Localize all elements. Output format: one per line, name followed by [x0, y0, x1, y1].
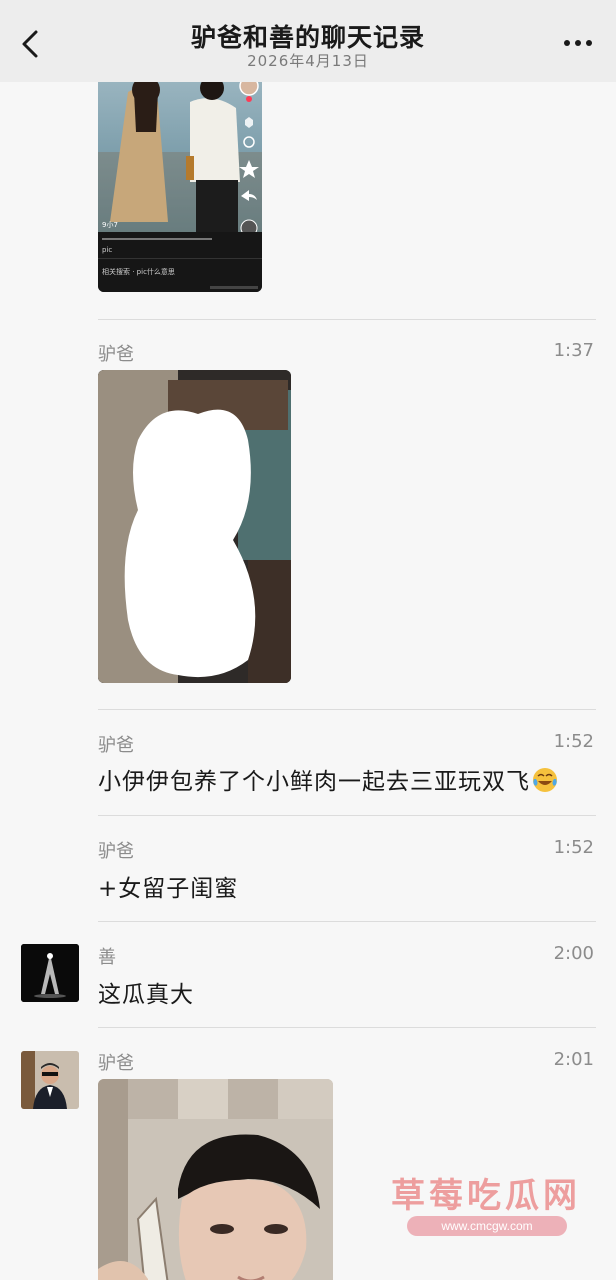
message-divider	[98, 709, 596, 710]
message-time: 1:52	[553, 731, 594, 752]
message-text: 小伊伊包养了个小鲜肉一起去三亚玩双飞	[98, 762, 558, 796]
message-time: 2:00	[553, 943, 594, 964]
message-time: 2:01	[553, 1049, 594, 1070]
watermark-title: 草莓吃瓜网	[391, 1176, 581, 1216]
message-time: 1:37	[553, 340, 594, 361]
laughing-tears-emoji-icon	[533, 768, 557, 792]
avatar-lvba[interactable]	[21, 1051, 79, 1109]
shared-video-screenshot[interactable]: 9小7 pic 相关搜索 · pic什么意思	[98, 82, 262, 292]
message-divider	[98, 921, 596, 922]
video-search-hint: 相关搜索 · pic什么意思	[102, 267, 175, 276]
shared-selfie-photo[interactable]	[98, 1079, 333, 1280]
message-text: +女留子闺蜜	[98, 876, 239, 902]
message-text: 这瓜真大	[98, 982, 194, 1008]
message-sender: 驴爸	[98, 344, 134, 365]
page-date: 2026年4月13日	[247, 52, 369, 70]
message-divider	[98, 319, 596, 320]
avatar-shan[interactable]	[21, 944, 79, 1002]
chat-record-header: 驴爸和善的聊天记录 2026年4月13日	[0, 0, 616, 82]
video-profile-tag: 9小7	[102, 220, 118, 229]
message-sender: 善	[98, 947, 116, 968]
more-options-icon[interactable]	[562, 36, 594, 50]
message-sender: 驴爸	[98, 841, 134, 862]
site-watermark: 草莓吃瓜网 www.cmcgw.com	[385, 1164, 591, 1244]
message-divider	[98, 1027, 596, 1028]
message-text-body: 小伊伊包养了个小鲜肉一起去三亚玩双飞	[98, 769, 530, 795]
video-music-label: pic	[102, 246, 112, 254]
shared-photo-obscured[interactable]	[98, 370, 291, 683]
page-title: 驴爸和善的聊天记录	[190, 23, 425, 52]
watermark-url: www.cmcgw.com	[407, 1216, 567, 1236]
message-divider	[98, 815, 596, 816]
chat-record-list[interactable]: 9小7 pic 相关搜索 · pic什么意思 驴爸 1:37 驴爸 1:52 小…	[0, 82, 616, 1280]
message-time: 1:52	[553, 837, 594, 858]
message-sender: 驴爸	[98, 735, 134, 756]
message-sender: 驴爸	[98, 1053, 134, 1074]
